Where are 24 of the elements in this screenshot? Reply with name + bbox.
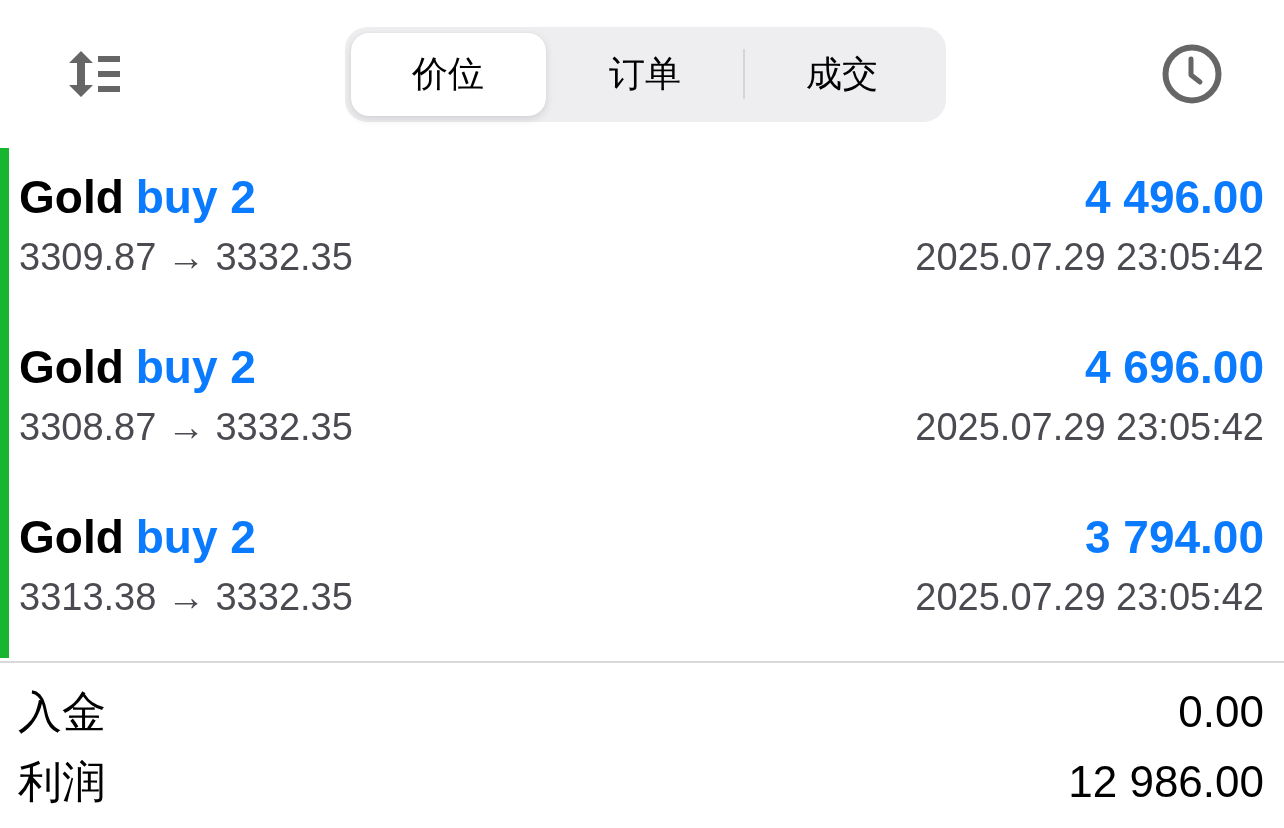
deal-prices: 3309.87 → 3332.35 bbox=[19, 236, 353, 279]
summary-label: 入金 bbox=[18, 685, 106, 738]
sort-icon[interactable] bbox=[68, 51, 122, 97]
deal-symbol: Gold bbox=[19, 340, 124, 394]
deal-time: 2025.07.29 23:05:42 bbox=[915, 406, 1264, 449]
summary-value: 12 986.00 bbox=[1068, 757, 1264, 807]
deal-time: 2025.07.29 23:05:42 bbox=[915, 236, 1264, 279]
deal-profit: 3 794.00 bbox=[1084, 510, 1264, 564]
segment-tab[interactable]: 价位 bbox=[350, 32, 546, 116]
segment-tab[interactable]: 订单 bbox=[547, 32, 743, 116]
summary-label: 利润 bbox=[18, 755, 106, 808]
segment-tab[interactable]: 成交 bbox=[744, 32, 940, 116]
deal-profit: 4 696.00 bbox=[1084, 340, 1264, 394]
clock-icon[interactable] bbox=[1162, 44, 1222, 104]
summary-value: 0.00 bbox=[1178, 687, 1264, 737]
deal-prices: 3313.38 → 3332.35 bbox=[19, 576, 353, 619]
deal-symbol: Gold bbox=[19, 510, 124, 564]
deal-side: buy 2 bbox=[135, 510, 256, 564]
deal-prices: 3308.87 → 3332.35 bbox=[19, 406, 353, 449]
deal-symbol: Gold bbox=[19, 170, 124, 224]
deal-side: buy 2 bbox=[135, 170, 256, 224]
deal-profit: 4 496.00 bbox=[1084, 170, 1264, 224]
deal-time: 2025.07.29 23:05:42 bbox=[915, 576, 1264, 619]
deal-side: buy 2 bbox=[135, 340, 256, 394]
